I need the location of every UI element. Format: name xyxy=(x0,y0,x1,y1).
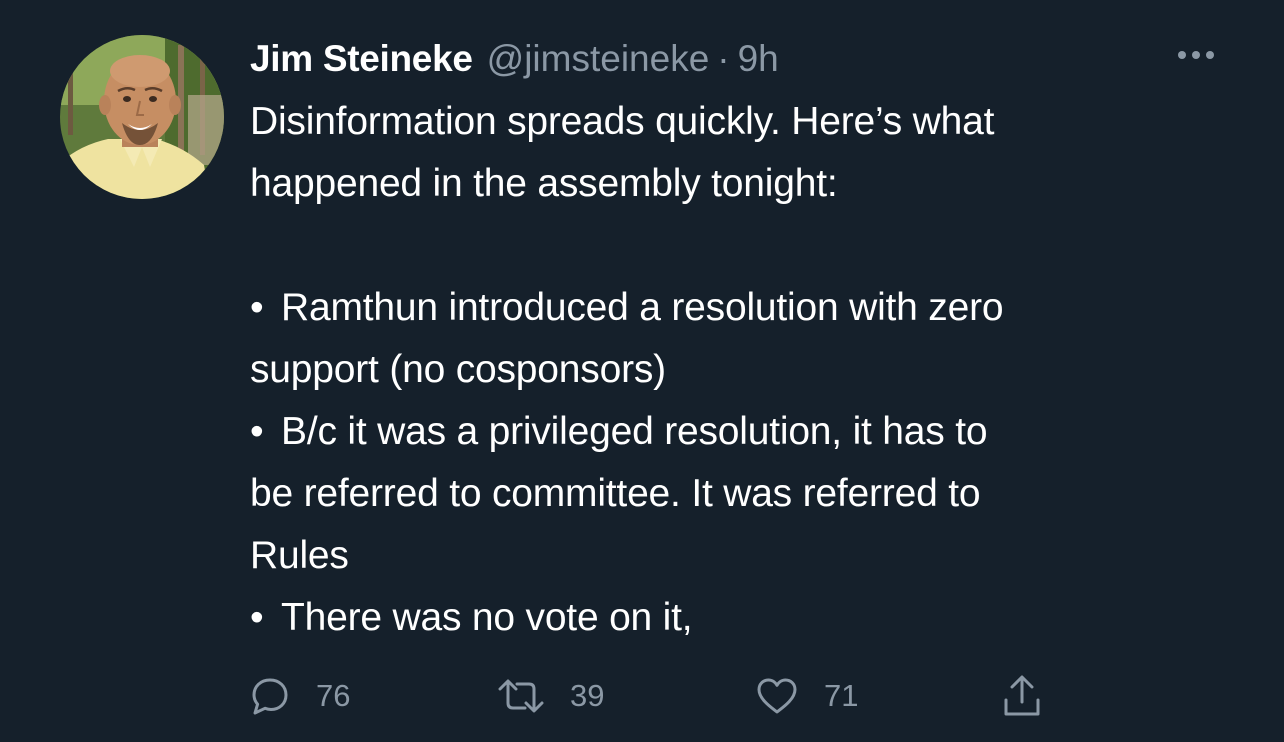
tweet-bullet-line: • There was no vote on it, xyxy=(250,587,1240,649)
more-icon[interactable] xyxy=(1168,40,1224,70)
avatar[interactable] xyxy=(60,35,224,199)
more-dot xyxy=(1192,51,1200,59)
share-button[interactable] xyxy=(1002,668,1042,724)
tweet[interactable]: Jim Steineke @jimsteineke · 9h Disinform… xyxy=(0,0,1284,742)
tweet-line: B/c it was a privileged resolution, it h… xyxy=(281,410,988,453)
reply-button[interactable]: 76 xyxy=(250,668,350,724)
more-dot xyxy=(1178,51,1186,59)
reply-icon xyxy=(252,678,288,715)
reply-count: 76 xyxy=(316,678,351,713)
retweet-button[interactable]: 39 xyxy=(498,668,604,724)
tweet-text: Disinformation spreads quickly. Here’s w… xyxy=(250,91,1240,649)
tweet-header: Jim Steineke @jimsteineke · 9h xyxy=(250,34,779,84)
like-count: 71 xyxy=(824,678,859,713)
bullet-glyph: • xyxy=(250,596,264,639)
tweet-line: Rules xyxy=(250,534,349,577)
tweet-line: support (no cosponsors) xyxy=(250,348,666,391)
tweet-line: There was no vote on it, xyxy=(281,596,693,639)
share-icon xyxy=(1004,675,1040,716)
author-handle[interactable]: @jimsteineke xyxy=(487,34,710,84)
tweet-line: Ramthun introduced a resolution with zer… xyxy=(281,286,1004,329)
header-separator: · xyxy=(717,38,730,79)
tweet-line: be referred to committee. It was referre… xyxy=(250,472,981,515)
heart-icon xyxy=(757,678,797,714)
retweet-icon xyxy=(498,679,544,713)
avatar-photo xyxy=(60,35,224,199)
tweet-bullet-line: • B/c it was a privileged resolution, it … xyxy=(250,401,1240,463)
tweet-timestamp[interactable]: 9h xyxy=(738,34,779,84)
like-button[interactable]: 71 xyxy=(756,668,858,724)
tweet-actions: 76 39 71 xyxy=(250,668,1060,724)
author-name[interactable]: Jim Steineke xyxy=(250,34,473,84)
more-dot xyxy=(1206,51,1214,59)
tweet-bullet-line: • Ramthun introduced a resolution with ze… xyxy=(250,277,1240,339)
retweet-count: 39 xyxy=(570,678,605,713)
tweet-line: Disinformation spreads quickly. Here’s w… xyxy=(250,100,995,143)
tweet-line: happened in the assembly tonight: xyxy=(250,162,838,205)
bullet-glyph: • xyxy=(250,410,264,453)
bullet-glyph: • xyxy=(250,286,264,329)
